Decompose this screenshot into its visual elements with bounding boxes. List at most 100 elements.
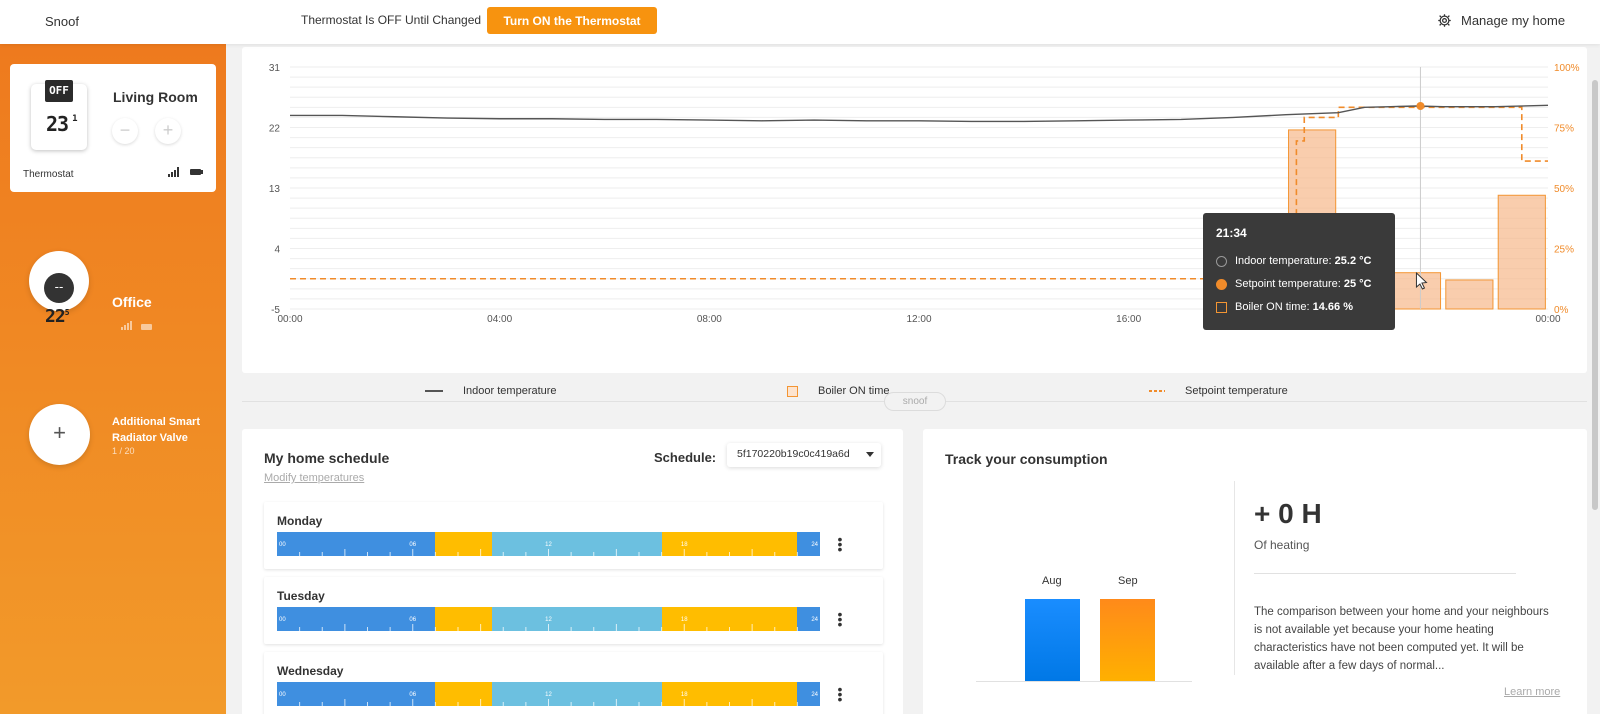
day-schedule-bar[interactable] <box>277 607 820 631</box>
filled-circle-icon <box>1216 278 1227 290</box>
tooltip-indoor: Indoor temperature: 25.2 °C <box>1216 255 1371 267</box>
schedule-segment[interactable] <box>797 532 820 556</box>
tooltip-setpoint-label: Setpoint temperature: <box>1235 278 1344 290</box>
room-card-living-room[interactable]: OFF 23 1 Living Room − + Thermostat <box>10 64 216 192</box>
heating-hours-value: + 0 H <box>1254 498 1322 529</box>
x-tick-label: 12:00 <box>906 314 931 325</box>
thermostat-display: 23 1 <box>46 112 78 136</box>
schedule-segment[interactable] <box>661 532 798 556</box>
y-left-tick-label: 22 <box>269 124 281 135</box>
schedule-segment[interactable] <box>491 607 662 631</box>
schedule-segment[interactable] <box>797 607 820 631</box>
schedule-segment[interactable] <box>277 532 436 556</box>
legend-indoor-label: Indoor temperature <box>463 385 557 397</box>
office-display-temp: 22 <box>45 306 66 327</box>
month-label-sep: Sep <box>1118 575 1138 587</box>
tooltip-indoor-value: 25.2 °C <box>1334 255 1372 267</box>
divider-brand-pill: snoof <box>884 392 946 411</box>
x-tick-label: 16:00 <box>1116 314 1141 325</box>
consumption-bar-sep[interactable] <box>1100 599 1155 681</box>
heating-separator <box>1254 573 1516 574</box>
home-name[interactable]: Snoof <box>45 14 79 29</box>
learn-more-link[interactable]: Learn more <box>1504 686 1560 698</box>
battery-icon <box>190 169 203 175</box>
schedule-segment[interactable] <box>277 682 436 706</box>
y-right-tick-label: 75% <box>1554 124 1574 135</box>
day-schedule-bar[interactable] <box>277 682 820 706</box>
office-display-decimal: 5 <box>64 308 70 317</box>
schedule-segment[interactable] <box>797 682 820 706</box>
signal-icon <box>121 320 132 330</box>
more-options-icon[interactable]: • • • <box>834 607 846 631</box>
schedule-segment[interactable] <box>435 607 492 631</box>
room-name-office[interactable]: Office <box>112 294 152 310</box>
schedule-segment[interactable] <box>277 607 436 631</box>
office-display: 225 <box>45 306 69 327</box>
x-tick-label: 00:00 <box>277 314 302 325</box>
office-setpoint-badge: -- <box>44 273 74 303</box>
x-tick-label: 00:00 <box>1535 314 1560 325</box>
schedule-day-row[interactable]: Wednesday 00 06 12 18 24 • • • <box>264 652 883 714</box>
turn-on-thermostat-button[interactable]: Turn ON the Thermostat <box>487 7 657 34</box>
device-label: Thermostat <box>23 169 74 180</box>
y-left-tick-label: 13 <box>269 184 281 195</box>
y-left-tick-label: 31 <box>269 63 281 74</box>
add-valve-button[interactable]: + <box>29 404 90 465</box>
y-right-tick-label: 100% <box>1554 63 1580 74</box>
more-options-icon[interactable]: • • • <box>834 532 846 556</box>
battery-icon <box>141 324 152 330</box>
comparison-description: The comparison between your home and you… <box>1254 606 1549 672</box>
y-right-tick-label: 50% <box>1554 184 1574 195</box>
manage-home-label: Manage my home <box>1461 13 1566 28</box>
add-valve-label[interactable]: Additional Smart Radiator Valve <box>112 414 212 446</box>
schedule-segment[interactable] <box>435 532 492 556</box>
x-tick-label: 04:00 <box>487 314 512 325</box>
legend-boiler[interactable]: Boiler ON time <box>787 385 890 397</box>
tooltip-setpoint: Setpoint temperature: 25 °C <box>1216 278 1371 290</box>
increase-temp-button[interactable]: + <box>155 118 181 144</box>
gear-icon <box>1438 14 1451 27</box>
consumption-divider <box>1234 481 1235 675</box>
manage-home-link[interactable]: Manage my home <box>1437 13 1565 28</box>
more-options-icon[interactable]: • • • <box>834 682 846 706</box>
square-icon <box>787 385 798 397</box>
legend-indoor[interactable]: Indoor temperature <box>425 385 557 397</box>
consumption-title: Track your consumption <box>945 451 1108 467</box>
tooltip-time: 21:34 <box>1216 226 1247 240</box>
schedule-day-row[interactable]: Tuesday 00 06 12 18 24 • • • <box>264 577 883 644</box>
top-bar: Snoof Thermostat Is OFF Until Changed Tu… <box>0 0 1600 44</box>
caret-down-icon <box>866 452 874 457</box>
schedule-segment[interactable] <box>435 682 492 706</box>
schedule-select-value: 5f170220b19c0c419a6d <box>737 448 850 460</box>
decrease-temp-button[interactable]: − <box>112 118 138 144</box>
schedule-select[interactable]: 5f170220b19c0c419a6d <box>727 443 881 467</box>
tooltip-boiler-value: 14.66 % <box>1312 301 1354 313</box>
schedule-segment[interactable] <box>661 607 798 631</box>
modify-temperatures-link[interactable]: Modify temperatures <box>264 472 364 484</box>
thermostat-status-text: Thermostat Is OFF Until Changed <box>301 13 482 27</box>
legend-setpoint[interactable]: Setpoint temperature <box>1149 385 1288 397</box>
thermostat-device-icon: OFF 23 1 <box>31 80 87 150</box>
day-schedule-bar[interactable] <box>277 532 820 556</box>
dashed-line-icon <box>1149 390 1165 392</box>
chart-tooltip: 21:34 Indoor temperature: 25.2 °C Setpoi… <box>1203 213 1395 330</box>
scrollbar-thumb[interactable] <box>1592 80 1598 510</box>
x-tick-label: 08:00 <box>697 314 722 325</box>
circle-icon <box>1216 255 1227 267</box>
y-left-tick-label: 4 <box>274 245 280 256</box>
schedule-day-row[interactable]: Monday 00 06 12 18 24 • • • <box>264 502 883 569</box>
y-right-tick-label: 25% <box>1554 245 1574 256</box>
heating-hours-label: Of heating <box>1254 538 1310 552</box>
schedule-segment[interactable] <box>661 682 798 706</box>
consumption-baseline <box>976 681 1192 682</box>
tooltip-setpoint-value: 25 °C <box>1343 278 1372 290</box>
day-name: Monday <box>277 514 323 528</box>
consumption-bar-aug[interactable] <box>1025 599 1080 681</box>
tooltip-indoor-label: Indoor temperature: <box>1235 255 1335 267</box>
tooltip-boiler: Boiler ON time: 14.66 % <box>1216 301 1353 313</box>
valve-count: 1 / 20 <box>112 446 135 456</box>
rooms-sidebar: OFF 23 1 Living Room − + Thermostat -- 22… <box>0 44 226 714</box>
schedule-segment[interactable] <box>491 682 662 706</box>
schedule-segment[interactable] <box>491 532 662 556</box>
boiler-bar <box>1497 194 1546 310</box>
